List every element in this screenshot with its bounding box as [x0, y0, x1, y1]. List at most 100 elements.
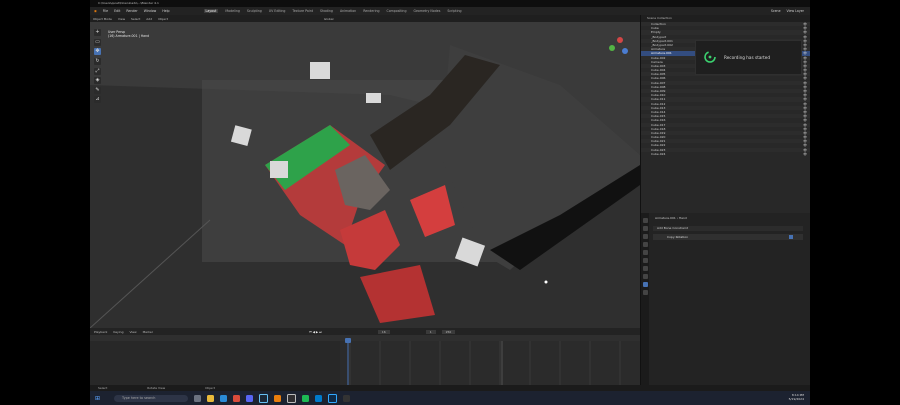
toolbar: + ▭ ✥ ↻ ⤢ ◈ ✎ ⊿ [93, 28, 102, 124]
render-tab-icon[interactable] [642, 225, 648, 231]
tab-uv-editing[interactable]: UV Editing [269, 9, 286, 13]
constraint-panel[interactable]: Copy Rotation [653, 234, 803, 240]
timeline-header: Playback Keying View Marker ⏮ ◀ ▶ ⏭ 16 1… [90, 328, 640, 335]
add-constraint-label: Add Bone Constraint [657, 226, 688, 230]
tab-sculpting[interactable]: Sculpting [247, 9, 262, 13]
playhead[interactable] [345, 338, 351, 343]
menu-help[interactable]: Help [162, 9, 169, 13]
mouse-cursor [544, 280, 548, 284]
end-frame-field[interactable]: 250 [441, 329, 456, 334]
timeline-menu-keying[interactable]: Keying [113, 330, 123, 334]
world-tab-icon[interactable] [642, 249, 648, 255]
terminal-icon[interactable] [343, 394, 351, 402]
cursor-tool-icon[interactable]: + [94, 29, 101, 37]
select-box-icon[interactable]: ▭ [94, 38, 101, 46]
measure-tool-icon[interactable]: ⊿ [94, 96, 101, 104]
edge-icon[interactable] [220, 394, 228, 402]
tab-scripting[interactable]: Scripting [447, 9, 461, 13]
properties-editor[interactable]: Armature.001 › Hand Add Bone Constraint … [640, 213, 810, 388]
photoshop-icon[interactable] [328, 393, 338, 403]
menu-edit[interactable]: Edit [114, 9, 120, 13]
clock-date: 5/19/2024 [788, 397, 804, 401]
transform-orientation[interactable]: Global [324, 17, 334, 21]
scene-tab-icon[interactable] [642, 241, 648, 247]
tab-shading[interactable]: Shading [320, 9, 333, 13]
object-tab-icon[interactable] [642, 257, 648, 263]
discord-icon[interactable] [246, 394, 254, 402]
timeline-menu-marker[interactable]: Marker [143, 330, 153, 334]
viewport-menu-add[interactable]: Add [146, 17, 152, 21]
timeline-menu-view[interactable]: View [129, 330, 136, 334]
rotate-tool-icon[interactable]: ↻ [94, 58, 101, 66]
tab-geometry-nodes[interactable]: Geometry Nodes [413, 9, 440, 13]
eye-icon[interactable]: 👁 [803, 152, 807, 156]
system-tray: 8:14 PM 5/19/2024 [789, 394, 804, 401]
timeline-menu-playback[interactable]: Playback [94, 330, 107, 334]
menu-render[interactable]: Render [126, 9, 137, 13]
start-frame-field[interactable]: 1 [425, 329, 436, 334]
steam-icon[interactable] [259, 393, 269, 403]
window-title: C:\Users\quiet\Downloads\...\Blender 4.1 [90, 0, 810, 7]
timeline-ruler [90, 335, 640, 385]
properties-tabs [641, 213, 649, 388]
viewport-info: User Persp (16) Armature.001 | Hand [108, 30, 149, 38]
recording-spinner-icon [704, 51, 716, 63]
viewport-menu-select[interactable]: Select [131, 17, 140, 21]
constraints-tab-icon[interactable] [642, 273, 648, 279]
menu-window[interactable]: Window [144, 9, 157, 13]
viewport-menu-view[interactable]: View [118, 17, 125, 21]
3d-viewport[interactable] [90, 15, 640, 328]
tab-animation[interactable]: Animation [340, 9, 356, 13]
constraint-name: Copy Rotation [667, 235, 689, 239]
viewport-scene [90, 15, 640, 328]
physics-tab-icon[interactable] [642, 265, 648, 271]
timeline-area[interactable] [90, 335, 640, 385]
transform-tool-icon[interactable]: ◈ [94, 77, 101, 85]
blender-window: C:\Users\quiet\Downloads\...\Blender 4.1… [90, 0, 810, 405]
top-menubar: ◉ File Edit Render Window Help Layout Mo… [90, 7, 810, 15]
current-frame-field[interactable]: 16 [377, 329, 390, 334]
output-tab-icon[interactable] [642, 233, 648, 239]
annotate-tool-icon[interactable]: ✎ [94, 86, 101, 94]
taskbar-search[interactable]: Type here to search [114, 394, 189, 402]
add-constraint-button[interactable]: Add Bone Constraint [653, 226, 803, 231]
status-rotate: Rotate View [147, 386, 166, 390]
spotify-icon[interactable] [302, 394, 310, 402]
outliner-header: Scene Collection [641, 15, 810, 22]
tab-layout[interactable]: Layout [203, 9, 219, 13]
tab-texture-paint[interactable]: Texture Paint [292, 9, 313, 13]
vscode-icon[interactable] [315, 394, 323, 402]
tab-modeling[interactable]: Modeling [225, 9, 240, 13]
status-object: Object [205, 386, 215, 390]
floating-cube [366, 93, 381, 103]
blender-logo-icon[interactable]: ◉ [94, 9, 97, 13]
bone-tab-icon[interactable] [642, 289, 648, 295]
tool-tab-icon[interactable] [642, 217, 648, 223]
viewport-header: Object Mode View Select Add Object Globa… [90, 15, 640, 22]
scale-tool-icon[interactable]: ⤢ [94, 67, 101, 75]
recording-text: Recording has started [724, 55, 770, 60]
viewport-menu-object[interactable]: Object [158, 17, 168, 21]
move-tool-icon[interactable]: ✥ [94, 48, 101, 56]
windows-start-icon[interactable]: ⊞ [95, 395, 100, 402]
floating-cube [310, 62, 330, 79]
chrome-icon[interactable] [233, 394, 241, 402]
mode-selector[interactable]: Object Mode [93, 17, 112, 21]
tab-rendering[interactable]: Rendering [363, 9, 379, 13]
outliner-row[interactable]: Cube.024 👁 [641, 152, 810, 156]
bone-constraint-tab-icon[interactable] [642, 281, 648, 287]
menu-file[interactable]: File [103, 9, 108, 13]
windows-taskbar: ⊞ Type here to search 8:14 PM 5/19/2024 [90, 391, 810, 405]
taskview-icon[interactable] [194, 394, 202, 402]
tab-compositing[interactable]: Compositing [387, 9, 407, 13]
properties-breadcrumb: Armature.001 › Hand [655, 216, 687, 220]
breadcrumb-object: Armature.001 [655, 216, 676, 220]
scene-selector[interactable]: Scene [771, 9, 781, 13]
blender-taskbar-icon[interactable] [274, 394, 282, 402]
obs-icon[interactable] [287, 393, 297, 403]
play-controls[interactable]: ⏮ ◀ ▶ ⏭ [309, 330, 322, 334]
constraint-toggle-icon[interactable] [789, 235, 793, 239]
explorer-icon[interactable] [207, 394, 215, 402]
floating-cube [270, 161, 288, 178]
view-layer-selector[interactable]: View Layer [787, 9, 804, 13]
